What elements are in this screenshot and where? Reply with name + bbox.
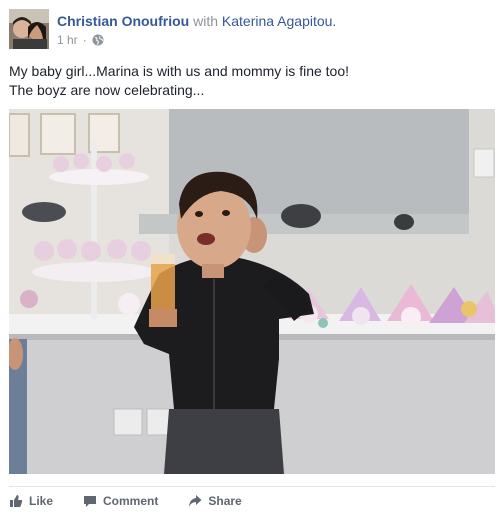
meta-separator: · (82, 33, 87, 47)
like-label: Like (29, 494, 54, 508)
post-header: Christian Onoufriou with Katerina Agapit… (9, 9, 495, 51)
share-button[interactable]: Share (188, 494, 242, 508)
thumbs-up-icon (10, 495, 23, 507)
actions-divider (9, 486, 495, 487)
post-title-line: Christian Onoufriou with Katerina Agapit… (57, 12, 336, 30)
comment-label: Comment (103, 494, 159, 508)
message-line: The boyz are now celebrating... (9, 82, 205, 98)
post-meta: 1 hr · (57, 32, 104, 48)
post-actions: Like Comment Share (9, 490, 272, 512)
photo-image (9, 109, 495, 474)
message-line: My baby girl...Marina is with us and mom… (9, 63, 350, 79)
like-button[interactable]: Like (9, 494, 53, 508)
comment-icon (84, 496, 97, 507)
avatar[interactable] (9, 9, 49, 49)
tagged-person-link[interactable]: Katerina Agapitou. (222, 13, 336, 29)
comment-button[interactable]: Comment (83, 494, 158, 508)
avatar-image (9, 9, 49, 49)
globe-icon[interactable] (92, 34, 104, 46)
timestamp-link[interactable]: 1 hr (57, 32, 78, 48)
post-message: My baby girl...Marina is with us and mom… (9, 62, 495, 100)
feed-post: Christian Onoufriou with Katerina Agapit… (0, 0, 504, 519)
with-word: with (193, 13, 219, 29)
author-name-link[interactable]: Christian Onoufriou (57, 13, 189, 29)
post-photo[interactable] (9, 109, 495, 474)
share-icon (189, 495, 202, 507)
share-label: Share (208, 494, 242, 508)
